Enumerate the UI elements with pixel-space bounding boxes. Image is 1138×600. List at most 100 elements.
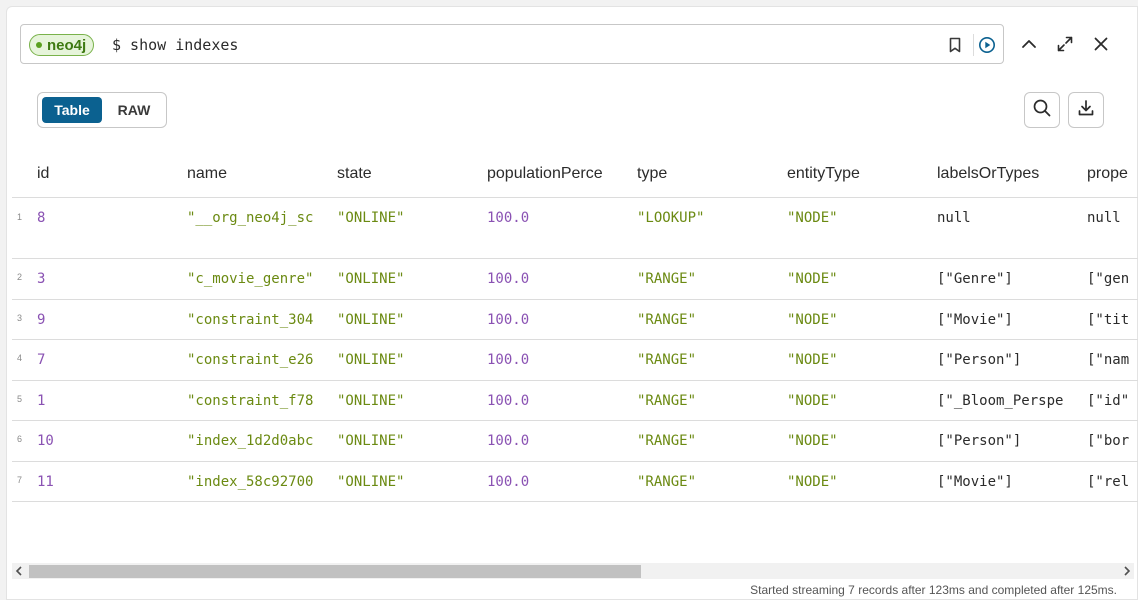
cell-type: "RANGE" [637, 474, 697, 490]
scroll-right-icon[interactable] [1120, 563, 1134, 579]
cell-population-percent: 100.0 [487, 433, 530, 449]
cell-name: "constraint_e26 [187, 352, 313, 368]
cell-id: 8 [37, 210, 46, 226]
column-header-population-percent[interactable]: populationPerce [487, 165, 605, 183]
cell-state: "ONLINE" [337, 271, 405, 287]
cell-type: "RANGE" [637, 393, 697, 409]
bookmark-icon[interactable] [946, 36, 964, 54]
cell-type: "RANGE" [637, 352, 697, 368]
cell-entity-type: "NODE" [787, 271, 838, 287]
cell-labels-or-types: ["Person"] [937, 433, 1022, 449]
cell-entity-type: "NODE" [787, 312, 838, 328]
cell-type: "LOOKUP" [637, 210, 705, 226]
cell-name: "index_1d2d0abc [187, 433, 313, 449]
cell-properties: ["bor [1087, 433, 1130, 449]
view-toggle: Table RAW [37, 92, 167, 128]
table-header: id name state populationPerce type entit… [12, 149, 1138, 198]
table-row[interactable]: 6 10 "index_1d2d0abc "ONLINE" 100.0 "RAN… [12, 421, 1138, 462]
cell-labels-or-types: null [937, 210, 971, 226]
table-view-button[interactable]: Table [42, 97, 102, 123]
cell-id: 10 [37, 433, 54, 449]
editor-divider [973, 34, 974, 56]
cell-id: 11 [37, 474, 54, 490]
cell-population-percent: 100.0 [487, 312, 530, 328]
cell-population-percent: 100.0 [487, 393, 530, 409]
row-number: 6 [17, 434, 23, 444]
cell-type: "RANGE" [637, 271, 697, 287]
column-header-type[interactable]: type [637, 165, 777, 183]
table-row[interactable]: 7 11 "index_58c92700 "ONLINE" 100.0 "RAN… [12, 462, 1138, 502]
database-name: neo4j [47, 36, 87, 54]
cell-name: "constraint_f78 [187, 393, 313, 409]
cell-type: "RANGE" [637, 312, 697, 328]
cell-labels-or-types: ["Genre"] [937, 271, 1013, 287]
cell-entity-type: "NODE" [787, 352, 838, 368]
cell-population-percent: 100.0 [487, 271, 530, 287]
column-header-name[interactable]: name [187, 165, 327, 183]
cell-entity-type: "NODE" [787, 433, 838, 449]
table-row[interactable]: 4 7 "constraint_e26 "ONLINE" 100.0 "RANG… [12, 340, 1138, 381]
cell-labels-or-types: ["_Bloom_Perspe [937, 393, 1063, 409]
cell-properties: ["gen [1087, 271, 1130, 287]
table-row[interactable]: 5 1 "constraint_f78 "ONLINE" 100.0 "RANG… [12, 381, 1138, 421]
cell-entity-type: "NODE" [787, 474, 838, 490]
table-row[interactable]: 2 3 "c_movie_genre" "ONLINE" 100.0 "RANG… [12, 259, 1138, 300]
download-button[interactable] [1068, 92, 1104, 128]
cell-name: "constraint_304 [187, 312, 313, 328]
cell-state: "ONLINE" [337, 393, 405, 409]
cell-name: "__org_neo4j_sc [187, 210, 313, 226]
cell-state: "ONLINE" [337, 433, 405, 449]
row-number: 1 [17, 212, 23, 222]
column-header-properties[interactable]: prope [1087, 165, 1138, 183]
cell-population-percent: 100.0 [487, 210, 530, 226]
cell-properties: null [1087, 210, 1121, 226]
cell-state: "ONLINE" [337, 352, 405, 368]
cell-entity-type: "NODE" [787, 210, 838, 226]
row-number: 5 [17, 394, 23, 404]
search-button[interactable] [1024, 92, 1060, 128]
cell-entity-type: "NODE" [787, 393, 838, 409]
run-icon[interactable] [978, 36, 996, 54]
download-icon [1076, 98, 1096, 123]
results-table: id name state populationPerce type entit… [12, 149, 1138, 561]
cell-name: "index_58c92700 [187, 474, 313, 490]
cell-id: 9 [37, 312, 46, 328]
cell-id: 3 [37, 271, 46, 287]
cell-id: 7 [37, 352, 46, 368]
cell-properties: ["nam [1087, 352, 1130, 368]
cell-state: "ONLINE" [337, 474, 405, 490]
cell-population-percent: 100.0 [487, 352, 530, 368]
cell-properties: ["rel [1087, 474, 1130, 490]
collapse-icon[interactable] [1014, 29, 1044, 59]
column-header-labels-or-types[interactable]: labelsOrTypes [937, 165, 1077, 183]
cell-labels-or-types: ["Person"] [937, 352, 1022, 368]
row-number: 4 [17, 353, 23, 363]
query-text[interactable]: $ show indexes [112, 36, 238, 54]
column-header-entity-type[interactable]: entityType [787, 165, 927, 183]
horizontal-scrollbar[interactable] [12, 563, 1134, 579]
cell-properties: ["tit [1087, 312, 1130, 328]
search-icon [1032, 98, 1052, 123]
cell-state: "ONLINE" [337, 210, 405, 226]
scroll-left-icon[interactable] [12, 563, 26, 579]
scrollbar-thumb[interactable] [29, 565, 641, 578]
database-pill[interactable]: neo4j [29, 34, 95, 56]
cell-population-percent: 100.0 [487, 474, 530, 490]
cell-labels-or-types: ["Movie"] [937, 474, 1013, 490]
cell-type: "RANGE" [637, 433, 697, 449]
expand-icon[interactable] [1050, 29, 1080, 59]
row-number: 2 [17, 272, 23, 282]
column-header-id[interactable]: id [37, 165, 177, 183]
table-row[interactable]: 3 9 "constraint_304 "ONLINE" 100.0 "RANG… [12, 300, 1138, 340]
column-header-state[interactable]: state [337, 165, 477, 183]
result-frame: neo4j $ show indexes Table RAW id name s… [6, 6, 1138, 600]
cell-state: "ONLINE" [337, 312, 405, 328]
close-icon[interactable] [1086, 29, 1116, 59]
row-number: 7 [17, 475, 23, 485]
table-row[interactable]: 1 8 "__org_neo4j_sc "ONLINE" 100.0 "LOOK… [12, 198, 1138, 259]
query-editor[interactable]: neo4j $ show indexes [20, 24, 1004, 64]
cell-properties: ["id" [1087, 393, 1130, 409]
raw-view-button[interactable]: RAW [108, 97, 160, 123]
status-message: Started streaming 7 records after 123ms … [750, 583, 1117, 597]
status-dot-icon [36, 42, 42, 48]
